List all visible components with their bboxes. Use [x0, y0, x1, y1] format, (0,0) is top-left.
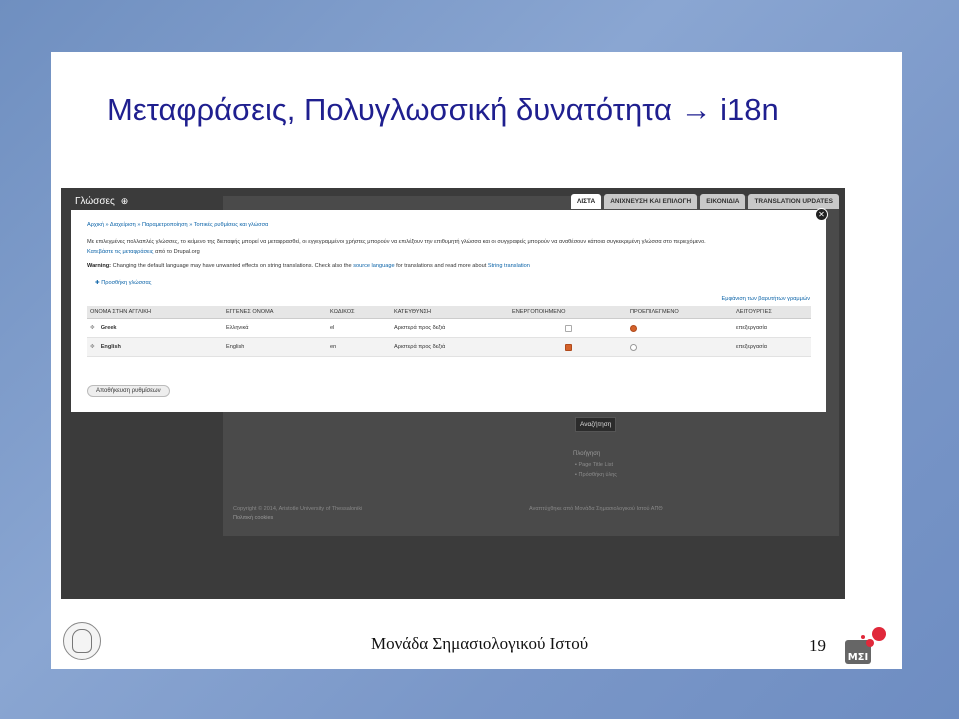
- page-number: 19: [809, 636, 826, 655]
- col-code: ΚΩΔΙΚΟΣ: [327, 306, 391, 319]
- lang-name: Greek: [100, 325, 117, 331]
- cell-english: ✥ English: [87, 337, 223, 357]
- logo-dot-large: [872, 627, 886, 641]
- breadcrumb[interactable]: Αρχική » Διαχείριση » Παραμετροποίηση » …: [87, 222, 268, 228]
- default-radio[interactable]: [630, 324, 637, 332]
- tab-list[interactable]: ΛΙΣΤΑ: [571, 194, 602, 209]
- cell-direction: Αριστερά προς δεξιά: [391, 318, 509, 338]
- save-settings-button[interactable]: Αποθήκευση ρυθμίσεων: [87, 385, 170, 397]
- edit-link[interactable]: επεξεργασία: [733, 337, 811, 357]
- string-translation-link[interactable]: String translation: [488, 263, 530, 269]
- intro-text: Με επιλεγμένες πολλαπλές γλώσσες, το κεί…: [87, 239, 706, 245]
- tab-translation-updates[interactable]: TRANSLATION UPDATES: [748, 194, 839, 209]
- plus-circle-icon[interactable]: ⊕: [121, 196, 129, 206]
- drag-handle-icon[interactable]: ✥: [90, 325, 95, 331]
- col-english-name: ΟΝΟΜΑ ΣΤΗΝ ΑΓΓΛΙΚΗ: [87, 306, 223, 319]
- download-rest: από το Drupal.org: [155, 249, 200, 255]
- warning-text-1: Changing the default language may have u…: [112, 263, 352, 269]
- languages-modal: ✕ Αρχική » Διαχείριση » Παραμετροποίηση …: [71, 208, 828, 412]
- logo-text: ΜΣΙ: [848, 652, 869, 663]
- enabled-checkbox[interactable]: [564, 324, 572, 332]
- col-direction: ΚΑΤΕΥΘΥΝΣΗ: [391, 306, 509, 319]
- languages-table: ΟΝΟΜΑ ΣΤΗΝ ΑΓΓΛΙΚΗ ΕΓΓΕΝΕΣ ΟΝΟΜΑ ΚΩΔΙΚΟΣ…: [87, 306, 811, 357]
- default-radio[interactable]: [630, 343, 637, 351]
- copyright-text: Copyright © 2014, Aristotle University o…: [233, 506, 363, 512]
- download-translations-link[interactable]: Κατεβάστε τις μεταφράσεις: [87, 249, 153, 255]
- nav-item-label: Πρόσθήκη ύλης: [578, 472, 617, 478]
- cell-english: ✥ Greek: [87, 318, 223, 338]
- lang-name: English: [100, 344, 121, 350]
- col-default: ΠΡΟΕΠΙΛΕΓΜΕΝΟ: [627, 306, 733, 319]
- logo-dot-medium: [866, 639, 874, 647]
- col-operations: ΛΕΙΤΟΥΡΓΙΕΣ: [733, 306, 811, 319]
- warning-message: Warning: Changing the default language m…: [87, 263, 530, 269]
- table-header: ΟΝΟΜΑ ΣΤΗΝ ΑΓΓΛΙΚΗ ΕΓΓΕΝΕΣ ΟΝΟΜΑ ΚΩΔΙΚΟΣ…: [87, 306, 811, 319]
- col-native-name: ΕΓΓΕΝΕΣ ΟΝΟΜΑ: [223, 306, 327, 319]
- tab-icons[interactable]: ΕΙΚΟΝΙΔΙΑ: [700, 194, 746, 209]
- screenshot: ΛΙΣΤΑ ΑΝΙΧΝΕΥΣΗ ΚΑΙ ΕΠΙΛΟΓΗ ΕΙΚΟΝΙΔΙΑ TR…: [61, 188, 845, 599]
- overlay-title-text: Γλώσσες: [75, 196, 115, 207]
- edit-link[interactable]: επεξεργασία: [733, 318, 811, 338]
- msi-logo: ΜΣΙ: [845, 627, 886, 664]
- enabled-checkbox[interactable]: [564, 343, 572, 351]
- seal-figure: [72, 629, 92, 653]
- close-icon[interactable]: ✕: [815, 208, 828, 221]
- tab-detection[interactable]: ΑΝΙΧΝΕΥΣΗ ΚΑΙ ΕΠΙΛΟΓΗ: [604, 194, 698, 209]
- show-row-weights-link[interactable]: Εμφάνιση των βαρυτήτων γραμμών: [721, 296, 810, 302]
- cell-code: el: [327, 318, 391, 338]
- cell-enabled: [509, 318, 627, 338]
- university-seal: [63, 622, 101, 660]
- credits-text: Αναπτύχθηκε από Μονάδα Σημασιολογικού Ισ…: [529, 506, 663, 512]
- cell-native: English: [223, 337, 327, 357]
- logo-dot-small: [861, 635, 865, 639]
- cell-default: [627, 337, 733, 357]
- download-line: Κατεβάστε τις μεταφράσεις από το Drupal.…: [87, 249, 200, 255]
- drag-handle-icon[interactable]: ✥: [90, 344, 95, 350]
- nav-item[interactable]: ▪ Πρόσθήκη ύλης: [575, 472, 617, 478]
- source-language-link[interactable]: source language: [353, 263, 394, 269]
- table-row: ✥ Greek Ελληνικά el Αριστερά προς δεξιά ε…: [87, 318, 811, 338]
- nav-item-label: Page Title List: [578, 462, 614, 468]
- overlay-tabs: ΛΙΣΤΑ ΑΝΙΧΝΕΥΣΗ ΚΑΙ ΕΠΙΛΟΓΗ ΕΙΚΟΝΙΔΙΑ TR…: [571, 194, 839, 209]
- cell-native: Ελληνικά: [223, 318, 327, 338]
- add-language-label: Προσθήκη γλώσσας: [101, 280, 152, 286]
- add-language-link[interactable]: ✚ Προσθήκη γλώσσας: [95, 280, 151, 286]
- slide-footer: Μονάδα Σημασιολογικού Ιστού: [371, 634, 589, 653]
- table-row: ✥ English English en Αριστερά προς δεξιά …: [87, 337, 811, 357]
- col-enabled: ΕΝΕΡΓΟΠΟΙΗΜΕΝΟ: [509, 306, 627, 319]
- cell-direction: Αριστερά προς δεξιά: [391, 337, 509, 357]
- slide-title: Μεταφράσεις, Πολυγλωσσική δυνατότητα → i…: [107, 92, 779, 127]
- nav-item[interactable]: ▪ Page Title List: [575, 462, 613, 468]
- warning-text-2: for translations and read more about: [396, 263, 487, 269]
- warning-label: Warning:: [87, 263, 112, 269]
- cell-enabled: [509, 337, 627, 357]
- search-button[interactable]: Αναζήτηση: [575, 417, 617, 432]
- cell-code: en: [327, 337, 391, 357]
- privacy-link[interactable]: Πολιτική cookies: [233, 515, 273, 521]
- nav-heading: Πλοήγηση: [573, 451, 601, 457]
- cell-default: [627, 318, 733, 338]
- overlay-title: Γλώσσες ⊕: [75, 196, 128, 207]
- slide: Μεταφράσεις, Πολυγλωσσική δυνατότητα → i…: [51, 52, 902, 669]
